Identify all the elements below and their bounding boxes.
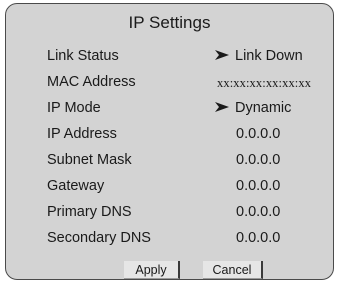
- row-ip-mode[interactable]: IP Mode Dynamic: [6, 96, 333, 122]
- apply-button[interactable]: Apply: [124, 261, 180, 279]
- ip-mode-text: Dynamic: [235, 100, 292, 116]
- row-link-status[interactable]: Link Status Link Down: [6, 44, 333, 70]
- dialog-buttons: Apply Cancel: [6, 261, 333, 279]
- cancel-button[interactable]: Cancel: [203, 261, 263, 279]
- row-gateway[interactable]: Gateway 0.0.0.0: [6, 174, 333, 200]
- mac-address-label: MAC Address: [47, 74, 136, 90]
- mac-address-value: xx:xx:xx:xx:xx:xx: [217, 76, 312, 90]
- ip-address-label: IP Address: [47, 126, 117, 142]
- subnet-mask-label: Subnet Mask: [47, 152, 132, 168]
- ip-address-value[interactable]: 0.0.0.0: [236, 126, 280, 142]
- link-status-text: Link Down: [235, 48, 303, 64]
- row-secondary-dns[interactable]: Secondary DNS 0.0.0.0: [6, 226, 333, 252]
- link-status-label: Link Status: [47, 48, 119, 64]
- row-ip-address[interactable]: IP Address 0.0.0.0: [6, 122, 333, 148]
- ip-mode-label: IP Mode: [47, 100, 101, 116]
- ip-settings-dialog: IP Settings Link Status Link Down MAC Ad…: [5, 3, 334, 280]
- primary-dns-label: Primary DNS: [47, 204, 132, 220]
- secondary-dns-label: Secondary DNS: [47, 230, 151, 246]
- secondary-dns-value[interactable]: 0.0.0.0: [236, 230, 280, 246]
- subnet-mask-value[interactable]: 0.0.0.0: [236, 152, 280, 168]
- dialog-title: IP Settings: [128, 13, 211, 32]
- primary-dns-value[interactable]: 0.0.0.0: [236, 204, 280, 220]
- right-arrow-icon: [215, 101, 229, 112]
- row-primary-dns[interactable]: Primary DNS 0.0.0.0: [6, 200, 333, 226]
- link-status-value[interactable]: Link Down: [215, 48, 303, 64]
- gateway-label: Gateway: [47, 178, 105, 194]
- row-subnet-mask[interactable]: Subnet Mask 0.0.0.0: [6, 148, 333, 174]
- ip-mode-value[interactable]: Dynamic: [215, 100, 291, 116]
- row-mac-address: MAC Address xx:xx:xx:xx:xx:xx: [6, 70, 333, 96]
- settings-list: Link Status Link Down MAC Address xx:xx:…: [6, 44, 333, 252]
- right-arrow-icon: [215, 49, 229, 60]
- gateway-value[interactable]: 0.0.0.0: [236, 178, 280, 194]
